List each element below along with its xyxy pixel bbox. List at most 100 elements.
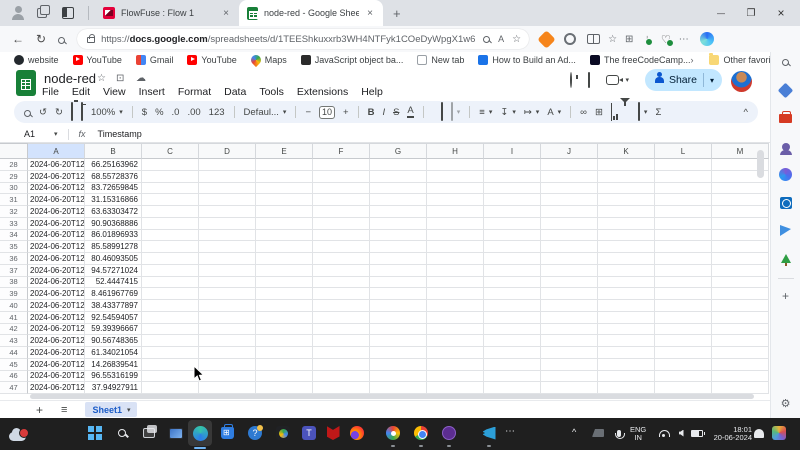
bookmark-item[interactable]: JavaScript object ba... bbox=[301, 55, 404, 65]
collapse-toolbar-icon[interactable]: ^ bbox=[744, 107, 748, 118]
cell-empty[interactable] bbox=[313, 371, 370, 383]
cell-empty[interactable] bbox=[427, 277, 484, 289]
vertical-align-icon[interactable]: ↧ bbox=[500, 107, 508, 118]
cell-value[interactable]: 85.58991278 bbox=[85, 241, 142, 253]
wifi-icon[interactable] bbox=[655, 424, 673, 442]
cell-empty[interactable] bbox=[484, 194, 541, 206]
column-header-c[interactable]: C bbox=[142, 143, 199, 159]
cell-empty[interactable] bbox=[256, 312, 313, 324]
cell-empty[interactable] bbox=[199, 359, 256, 371]
new-tab-button[interactable]: + bbox=[393, 6, 401, 21]
settings-more-icon[interactable]: ⋯ bbox=[679, 34, 689, 45]
column-header-g[interactable]: G bbox=[370, 143, 427, 159]
percent-format-button[interactable]: % bbox=[155, 107, 163, 118]
cell-timestamp[interactable]: 2024-06-20T12:2 bbox=[28, 183, 85, 195]
vscode-icon[interactable] bbox=[480, 424, 498, 442]
back-icon[interactable]: ← bbox=[12, 32, 24, 46]
refresh-icon[interactable]: ↻ bbox=[36, 32, 46, 46]
google-app-icon[interactable] bbox=[384, 424, 402, 442]
menu-extensions[interactable]: Extensions bbox=[297, 86, 348, 98]
cell-value[interactable]: 31.15316866 bbox=[85, 194, 142, 206]
cell-empty[interactable] bbox=[313, 324, 370, 336]
cell-empty[interactable] bbox=[598, 324, 655, 336]
cell-empty[interactable] bbox=[484, 265, 541, 277]
cell-empty[interactable] bbox=[199, 194, 256, 206]
favorite-star-icon[interactable]: ☆ bbox=[512, 34, 521, 45]
cloud-status-icon[interactable]: ☁ bbox=[136, 73, 146, 84]
cell-empty[interactable] bbox=[256, 206, 313, 218]
weather-widget-icon[interactable] bbox=[8, 427, 26, 445]
cell-empty[interactable] bbox=[541, 159, 598, 171]
cell-empty[interactable] bbox=[370, 288, 427, 300]
taskbar-search-icon[interactable] bbox=[113, 424, 131, 442]
purple-app-icon[interactable] bbox=[440, 424, 458, 442]
cell-empty[interactable] bbox=[655, 218, 712, 230]
cell-timestamp[interactable]: 2024-06-20T12:2 bbox=[28, 159, 85, 171]
cell-empty[interactable] bbox=[427, 335, 484, 347]
cell-empty[interactable] bbox=[256, 159, 313, 171]
cell-empty[interactable] bbox=[598, 206, 655, 218]
cell-value[interactable]: 68.55728376 bbox=[85, 171, 142, 183]
clock-date[interactable]: 18:0120-06-2024 bbox=[706, 426, 752, 442]
cell-empty[interactable] bbox=[655, 159, 712, 171]
add-sheet-icon[interactable]: + bbox=[36, 403, 43, 417]
menu-edit[interactable]: Edit bbox=[72, 86, 90, 98]
cell-empty[interactable] bbox=[598, 253, 655, 265]
bookmark-item[interactable]: The freeCodeCamp... bbox=[590, 55, 691, 65]
cell-empty[interactable] bbox=[484, 241, 541, 253]
cell-value[interactable]: 59.39396667 bbox=[85, 324, 142, 336]
cell-empty[interactable] bbox=[142, 218, 199, 230]
cell-empty[interactable] bbox=[541, 171, 598, 183]
sidebar-games-icon[interactable] bbox=[778, 139, 793, 154]
cell-empty[interactable] bbox=[199, 218, 256, 230]
redo-icon[interactable]: ↻ bbox=[55, 107, 63, 118]
cell-empty[interactable] bbox=[199, 159, 256, 171]
cell-empty[interactable] bbox=[142, 230, 199, 242]
cell-empty[interactable] bbox=[541, 312, 598, 324]
cell-empty[interactable] bbox=[484, 371, 541, 383]
cell-value[interactable]: 92.54594057 bbox=[85, 312, 142, 324]
cell-empty[interactable] bbox=[199, 183, 256, 195]
bookmark-item[interactable]: YouTube bbox=[73, 55, 122, 65]
cell-timestamp[interactable]: 2024-06-20T12:2 bbox=[28, 218, 85, 230]
cell-empty[interactable] bbox=[598, 183, 655, 195]
cell-timestamp[interactable]: 2024-06-20T12:2 bbox=[28, 230, 85, 242]
horizontal-scrollbar[interactable] bbox=[30, 394, 754, 399]
sheets-logo-icon[interactable] bbox=[16, 70, 36, 96]
move-folder-icon[interactable]: ⊡ bbox=[116, 73, 124, 84]
cell-empty[interactable] bbox=[370, 253, 427, 265]
cell-empty[interactable] bbox=[484, 300, 541, 312]
cell-timestamp[interactable]: 2024-06-20T12:2 bbox=[28, 277, 85, 289]
text-rotation-icon[interactable]: A bbox=[547, 107, 553, 118]
cell-value[interactable]: 66.25163962 bbox=[85, 159, 142, 171]
row-header[interactable]: 41 bbox=[0, 312, 28, 324]
strikethrough-button[interactable]: S bbox=[393, 107, 399, 118]
cell-empty[interactable] bbox=[142, 312, 199, 324]
cell-empty[interactable] bbox=[199, 312, 256, 324]
column-header-j[interactable]: J bbox=[541, 143, 598, 159]
cell-empty[interactable] bbox=[256, 218, 313, 230]
cell-empty[interactable] bbox=[427, 230, 484, 242]
tab-google-sheets[interactable]: node-red - Google Sheets × bbox=[239, 0, 383, 26]
row-header[interactable]: 34 bbox=[0, 230, 28, 242]
name-box[interactable]: A1 bbox=[24, 129, 54, 139]
minimize-button[interactable]: — bbox=[706, 0, 736, 26]
cell-empty[interactable] bbox=[598, 230, 655, 242]
profile-icon[interactable] bbox=[10, 5, 26, 21]
cell-empty[interactable] bbox=[712, 218, 769, 230]
cell-empty[interactable] bbox=[655, 382, 712, 394]
row-header[interactable]: 37 bbox=[0, 265, 28, 277]
cell-empty[interactable] bbox=[199, 241, 256, 253]
cell-empty[interactable] bbox=[199, 277, 256, 289]
cell-empty[interactable] bbox=[712, 241, 769, 253]
cell-empty[interactable] bbox=[256, 277, 313, 289]
vertical-scrollbar[interactable] bbox=[757, 150, 764, 178]
cell-empty[interactable] bbox=[541, 359, 598, 371]
cell-empty[interactable] bbox=[313, 241, 370, 253]
cell-timestamp[interactable]: 2024-06-20T12:2 bbox=[28, 324, 85, 336]
text-color-button[interactable]: A bbox=[407, 106, 413, 118]
mcafee-icon[interactable] bbox=[324, 424, 342, 442]
cell-empty[interactable] bbox=[313, 253, 370, 265]
search-icon[interactable] bbox=[58, 33, 65, 47]
tray-microphone-icon[interactable] bbox=[610, 424, 628, 442]
